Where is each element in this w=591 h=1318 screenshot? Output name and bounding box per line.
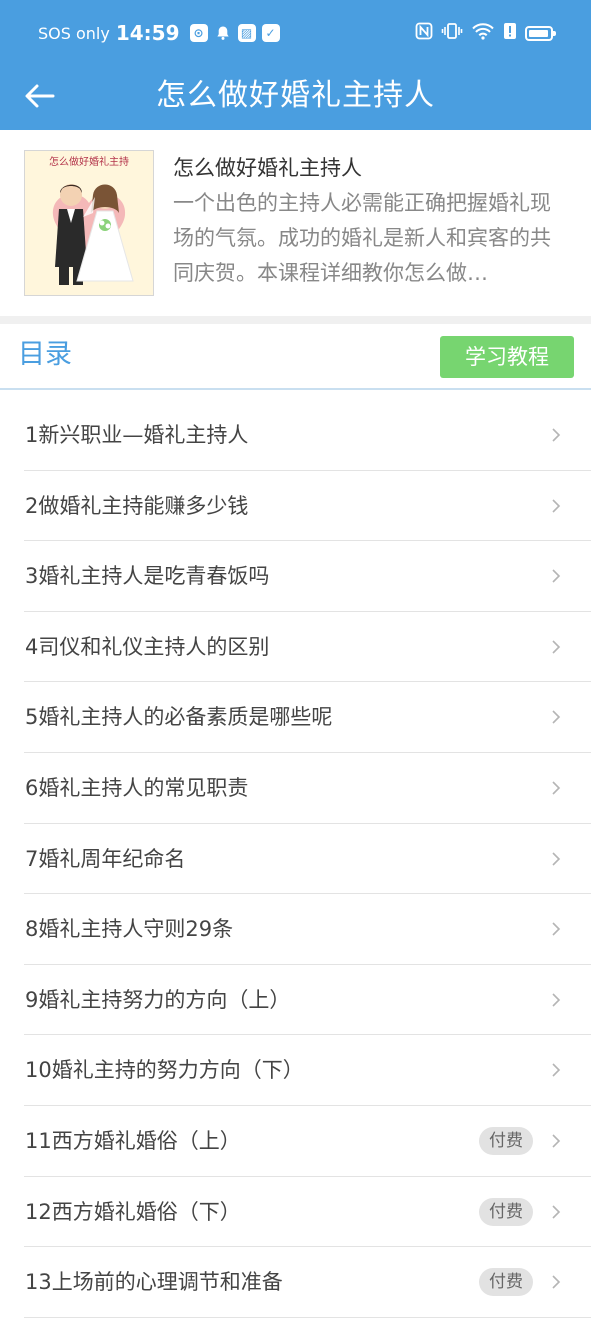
chapter-item[interactable]: 9婚礼主持努力的方向（上） [0, 965, 591, 1036]
nfc-icon [415, 22, 433, 44]
paid-badge: 付费 [479, 1268, 533, 1297]
page-title: 怎么做好婚礼主持人 [156, 78, 435, 113]
chevron-right-icon [552, 640, 561, 654]
chapter-item[interactable]: 10婚礼主持的努力方向（下） [0, 1035, 591, 1106]
chapter-label: 1新兴职业—婚礼主持人 [25, 423, 249, 447]
chapter-item[interactable]: 4司仪和礼仪主持人的区别 [0, 612, 591, 683]
vibrate-icon [441, 22, 463, 44]
status-left: SOS only 14:59 ⊙ ▨ ✓ [38, 20, 280, 46]
chapter-label: 2做婚礼主持能赚多少钱 [25, 493, 249, 518]
chevron-right-icon [552, 1063, 561, 1077]
course-description: 一个出色的主持人必需能正确把握婚礼现场的气氛。成功的婚礼是新人和宾客的共同庆贺。… [173, 191, 551, 285]
paid-badge: 付费 [479, 1126, 533, 1155]
sos-text: SOS only [38, 23, 110, 43]
chapter-label: 6婚礼主持人的常见职责 [25, 775, 249, 800]
bell-icon [214, 24, 232, 42]
battery-level [529, 29, 549, 37]
chapter-label: 11西方婚礼婚俗（上） [25, 1128, 241, 1153]
chevron-right-icon [552, 569, 561, 583]
chapter-item[interactable]: 13上场前的心理调节和准备 付费 [0, 1247, 591, 1318]
chapter-item[interactable]: 8婚礼主持人守则29条 [0, 894, 591, 965]
chapter-item[interactable]: 7婚礼周年纪命名 [0, 824, 591, 895]
toc-header: 目录 学习教程 [0, 324, 591, 390]
chevron-right-icon [552, 710, 561, 724]
chevron-right-icon [552, 1204, 561, 1219]
alert-icon [503, 22, 517, 44]
chapter-list: 1新兴职业—婚礼主持人 2做婚礼主持能赚多少钱 3婚礼主持人是吃青春饭吗 4司仪和礼仪… [0, 400, 591, 1318]
chapter-label: 9婚礼主持努力的方向（上） [25, 987, 291, 1012]
chevron-right-icon [552, 922, 561, 936]
chapter-item[interactable]: 1新兴职业—婚礼主持人 [0, 400, 591, 471]
chapter-item[interactable]: 6婚礼主持人的常见职责 [0, 753, 591, 824]
chapter-item[interactable]: 5婚礼主持人的必备素质是哪些呢 [0, 682, 591, 753]
chevron-right-icon [552, 1134, 561, 1148]
chapter-item[interactable]: 2做婚礼主持能赚多少钱 [0, 471, 591, 542]
app-bar: 怎么做好婚礼主持人 [0, 64, 591, 130]
course-cover-image: 怎么做好婚礼主持 [24, 150, 154, 296]
battery-icon [525, 25, 556, 41]
image-app-icon: ▨ [237, 24, 256, 42]
section-divider [0, 316, 591, 324]
status-right [415, 20, 556, 46]
chapter-item[interactable]: 11西方婚礼婚俗（上） 付费 [0, 1106, 591, 1177]
chapter-label: 7婚礼周年纪命名 [25, 846, 186, 871]
paid-badge: 付费 [479, 1197, 533, 1226]
svg-text:怎么做好婚礼主持: 怎么做好婚礼主持 [49, 155, 129, 168]
chevron-right-icon [552, 851, 561, 866]
chevron-right-icon [552, 1275, 561, 1289]
chevron-right-icon [552, 781, 561, 795]
wifi-icon [471, 22, 495, 44]
chapter-label: 5婚礼主持人的必备素质是哪些呢 [25, 705, 333, 730]
chapter-label: 12西方婚礼婚俗（下） [25, 1199, 241, 1224]
chevron-right-icon [552, 428, 561, 442]
chevron-right-icon [552, 499, 561, 513]
chapter-label: 8婚礼主持人守则29条 [25, 917, 234, 942]
status-bar: SOS only 14:59 ⊙ ▨ ✓ [0, 0, 591, 64]
shield-icon: ✓ [261, 24, 280, 42]
chapter-label: 3婚礼主持人是吃青春饭吗 [25, 564, 270, 589]
chapter-item[interactable]: 3婚礼主持人是吃青春饭吗 [0, 541, 591, 612]
study-tutorial-button[interactable]: 学习教程 [440, 336, 574, 378]
course-card[interactable]: 怎么做好婚礼主持 怎么做好婚礼主持人 一个出色的主持人必需能正确把握婚礼现场的气… [0, 130, 591, 316]
chapter-label: 10婚礼主持的努力方向（下） [25, 1058, 304, 1083]
chevron-right-icon [552, 993, 561, 1007]
chapter-label: 13上场前的心理调节和准备 [25, 1270, 283, 1295]
toc-title: 目录 [18, 339, 72, 370]
chapter-label: 4司仪和礼仪主持人的区别 [25, 634, 270, 659]
status-time: 14:59 [115, 21, 180, 45]
app-notification-icon: ⊙ [189, 24, 208, 42]
chapter-item[interactable]: 12西方婚礼婚俗（下） 付费 [0, 1177, 591, 1248]
course-name: 怎么做好婚礼主持人 [173, 156, 362, 180]
